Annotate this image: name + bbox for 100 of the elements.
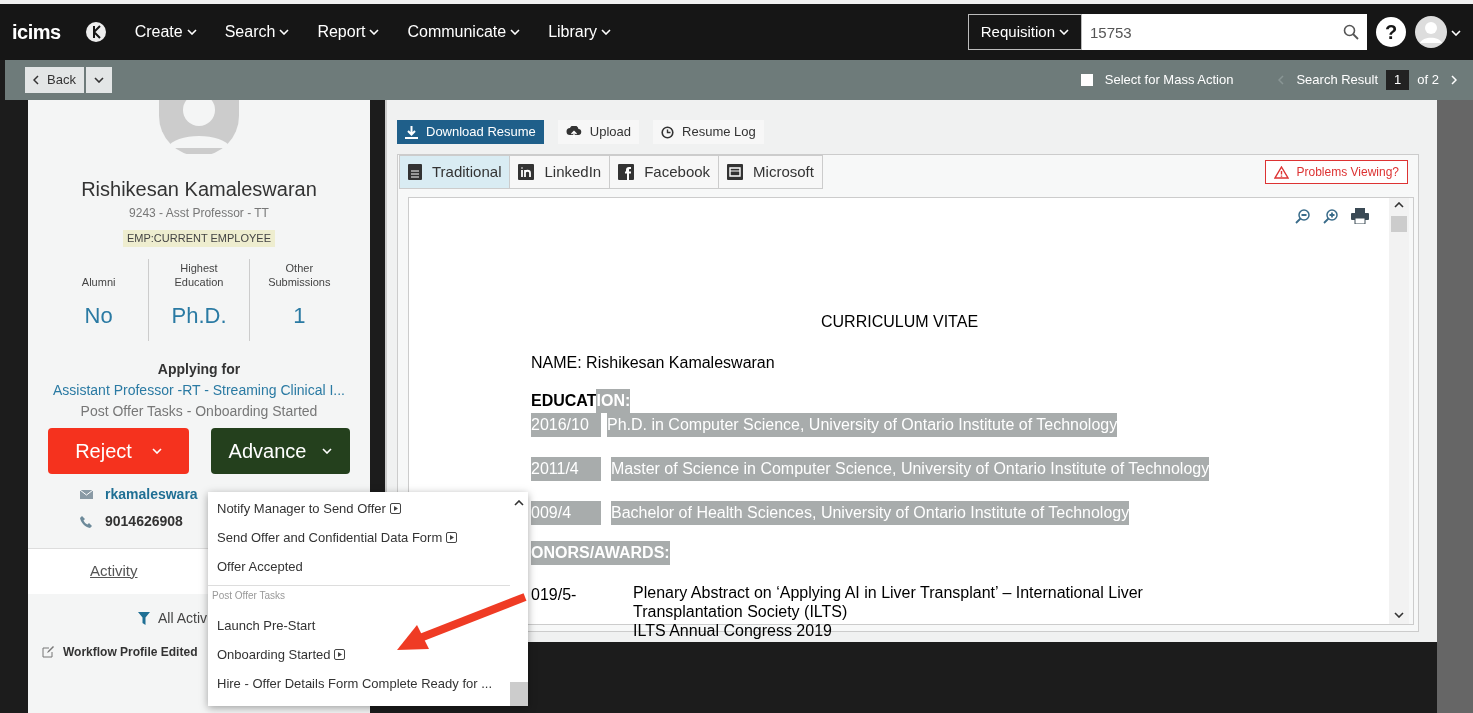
resume-tab[interactable]: Traditional [399,155,511,189]
chevron-down-icon[interactable] [1394,612,1404,618]
activity-tab[interactable]: Activity [90,559,138,583]
resume-tab[interactable]: Facebook [609,155,720,189]
k-circle-icon[interactable] [84,21,107,43]
advance-button[interactable]: Advance [211,427,350,474]
stat-value[interactable]: Ph.D. [171,298,227,332]
applying-for-label: Applying for [157,359,241,379]
date-text: 009/4 [531,501,601,525]
date-text: 2016/10 [531,413,601,437]
nav-menu[interactable]: Report [317,20,380,44]
menu-item[interactable]: Notify Manager to Send Offer [208,494,510,523]
employee-badge: EMP:CURRENT EMPLOYEE [122,230,276,247]
resume-action-button[interactable]: Upload [557,120,640,144]
menu-section-header: Post Offer Tasks [208,585,510,611]
menu-item[interactable]: Launch Pre-Start [208,611,510,640]
chevron-down-icon [151,447,162,454]
job-link[interactable]: Assistant Professor -RT - Streaming Clinical I... [53,379,345,401]
document-text: ILTS Annual Congress 2019 [633,621,833,640]
menu-item[interactable]: Hire - Offer Details Form Complete Ready for ... [208,669,510,698]
chevron-right-icon[interactable] [1451,75,1457,85]
document-title: CURRICULUM VITAE [820,312,980,332]
window-icon [727,164,744,180]
page-number-field[interactable]: 1 [1386,70,1410,90]
scrollbar[interactable] [1437,100,1473,713]
filter-dropdown[interactable]: All Activ [158,607,207,629]
history-dropdown[interactable] [85,67,112,93]
nav-menu[interactable]: Search [224,20,290,44]
menu-item[interactable]: Offer Accepted [208,552,510,581]
chevron-up-icon[interactable] [514,500,524,506]
phone-icon [80,514,93,528]
resume-tab[interactable]: LinkedIn [509,155,611,189]
search-icon[interactable] [1343,24,1359,40]
chevron-up-icon[interactable] [1394,202,1404,208]
document-text: Plenary Abstract on ‘Applying AI in Liver Transplant’ – International Liver [633,583,1143,602]
warning-icon [1273,165,1289,179]
cloud-upload-icon [565,126,582,138]
chevron-down-icon [601,29,612,35]
chevron-down-icon [279,29,290,35]
filter-icon [138,611,150,625]
document-text: NAME: Rishikesan Kamaleswaran [531,353,776,373]
menu-item[interactable]: Onboarding Started [208,640,510,669]
page-count: of 2 [1417,71,1439,90]
nav-menu[interactable]: Library [548,20,612,44]
search-field[interactable]: 15753 [1082,14,1367,50]
resume-action-button[interactable]: Download Resume [397,120,544,144]
chevron-down-icon [186,29,197,35]
edit-icon [42,645,55,658]
stat-label: Other Submissions [267,260,332,289]
chevron-down-icon [369,29,380,35]
scrollbar[interactable] [1389,198,1409,624]
search-type-dropdown[interactable]: Requisition [967,14,1082,50]
workflow-status: Post Offer Tasks - Onboarding Started [80,401,318,421]
chevron-left-icon [33,75,39,85]
stat-value[interactable]: 1 [293,298,306,332]
caret-icon [1451,29,1461,36]
activity-entry: Workflow Profile Edited [63,643,198,661]
history-icon [661,125,675,139]
menu-item[interactable]: Send Offer and Confidential Data Form [208,523,510,552]
reject-button[interactable]: Reject [48,427,189,474]
chevron-down-icon [510,29,521,35]
problems-viewing-button[interactable]: Problems Viewing? [1264,160,1408,184]
email-link[interactable]: rkamaleswara [105,483,198,505]
facebook-icon [618,164,635,180]
resume-tab[interactable]: Microsoft [718,155,823,189]
logo[interactable]: icims [12,17,61,47]
envelope-icon [80,489,93,499]
candidate-name: Rishikesan Kamaleswaran [81,177,317,202]
avatar-icon[interactable] [1415,16,1447,48]
mass-action-checkbox[interactable] [1080,74,1093,86]
back-button[interactable]: Back [25,67,84,93]
section-heading: EDUCAT [531,391,597,411]
print-icon[interactable] [1351,208,1369,224]
document-text: Transplantation Society (ILTS) [633,602,849,621]
search-result-label: Search Result [1296,71,1379,90]
document-text: Bachelor of Health Sciences, University of Ontario Institute of Technology [611,501,1130,525]
section-heading: ONORS/AWARDS: [531,541,670,565]
zoom-in-icon[interactable] [1323,208,1339,224]
mass-action-label: Select for Mass Action [1104,71,1234,90]
section-heading: ION: [596,389,631,413]
date-text: 2011/4 [531,457,601,481]
help-icon[interactable]: ? [1375,16,1407,48]
scroll-thumb[interactable] [510,682,528,706]
zoom-out-icon[interactable] [1295,208,1311,224]
download-icon [405,125,418,139]
candidate-subtitle: 9243 - Asst Professor - TT [129,205,269,222]
phone-number: 9014626908 [105,511,183,531]
document-text: Master of Science in Computer Science, University of Ontario Institute of Technology [611,457,1210,481]
chevron-down-icon [322,447,333,454]
nav-menu[interactable]: Communicate [407,20,521,44]
document-icon [408,164,422,180]
linkedin-icon [518,164,535,180]
date-text: 019/5- [531,585,578,605]
scroll-thumb[interactable] [1391,216,1407,232]
resume-action-button[interactable]: Resume Log [653,120,764,144]
stat-label: Alumni [80,274,117,289]
chevron-down-icon [1059,29,1069,35]
stat-label: Highest Education [173,260,225,289]
nav-menu[interactable]: Create [134,20,197,44]
stat-value[interactable]: No [84,298,113,332]
